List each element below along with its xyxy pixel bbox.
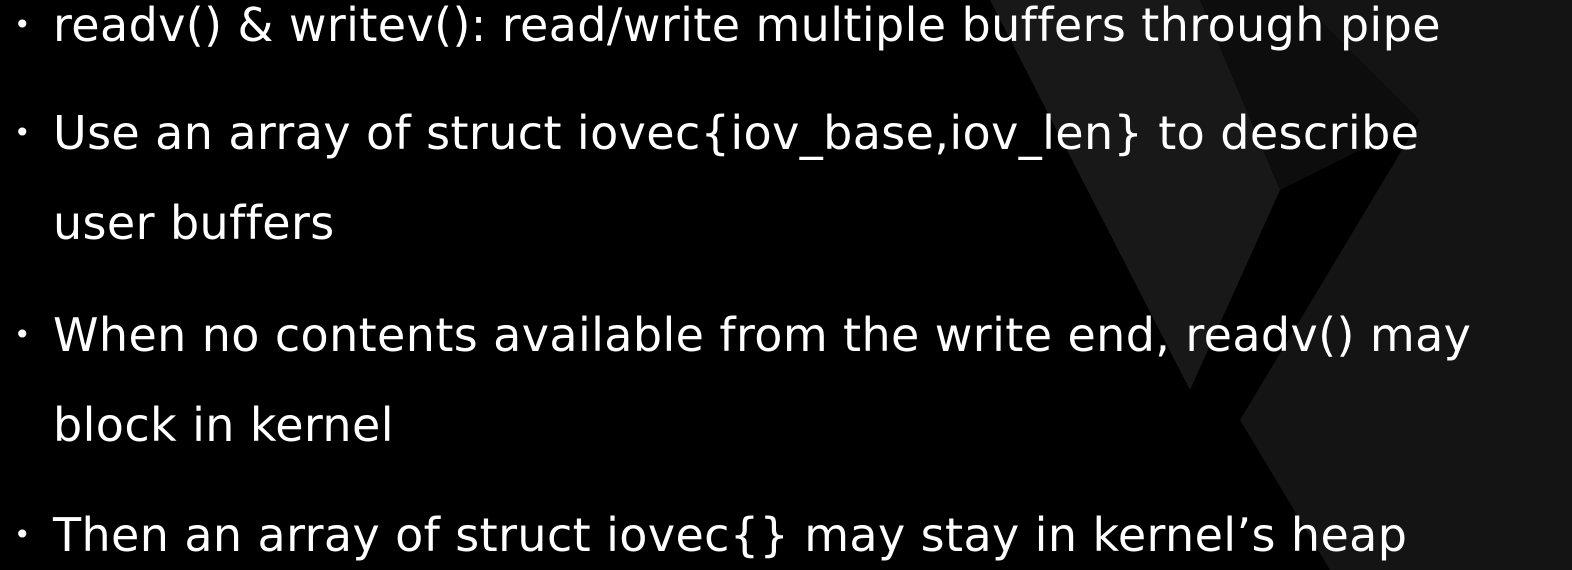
bullet-list: • readv() & writev(): read/write multipl… <box>0 0 1572 570</box>
bullet-text-continuation: user buffers <box>53 196 335 250</box>
bullet-item: • Then an array of struct iovec{} may st… <box>0 490 1572 570</box>
bullet-text: Use an array of struct iovec{iov_base,io… <box>53 106 1420 160</box>
bullet-text-continuation: block in kernel <box>53 398 394 452</box>
slide: • readv() & writev(): read/write multipl… <box>0 0 1572 570</box>
bullet-marker: • <box>14 518 31 551</box>
bullet-item: • readv() & writev(): read/write multipl… <box>0 0 1572 70</box>
bullet-item: • When no contents available from the wr… <box>0 290 1572 470</box>
bullet-marker: • <box>14 8 31 41</box>
bullet-marker: • <box>14 318 31 351</box>
bullet-marker: • <box>14 116 31 149</box>
bullet-text: readv() & writev(): read/write multiple … <box>53 0 1441 52</box>
bullet-text: Then an array of struct iovec{} may stay… <box>53 508 1408 562</box>
bullet-text: When no contents available from the writ… <box>53 308 1472 362</box>
bullet-item: • Use an array of struct iovec{iov_base,… <box>0 88 1572 268</box>
